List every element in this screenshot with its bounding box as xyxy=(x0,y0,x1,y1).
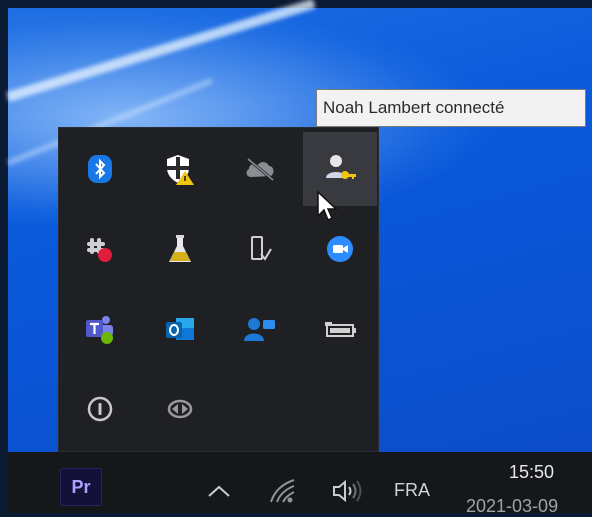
slack-icon xyxy=(87,238,112,262)
zoom-icon xyxy=(327,236,353,262)
teams-icon xyxy=(86,316,113,344)
info-icon xyxy=(87,396,113,422)
windows-security-warning-icon xyxy=(167,155,194,185)
tray-item-outlook[interactable] xyxy=(143,292,217,366)
tray-item-info[interactable] xyxy=(63,372,137,446)
wifi-icon[interactable] xyxy=(268,476,298,504)
mouse-cursor-icon xyxy=(317,190,338,222)
tray-item-user-connected[interactable] xyxy=(303,132,377,206)
tray-item-sync[interactable] xyxy=(143,372,217,446)
clock-time[interactable]: 15:50 xyxy=(509,462,554,483)
bluetooth-icon xyxy=(88,155,112,183)
tray-item-slack[interactable] xyxy=(63,212,137,286)
tray-item-zoom[interactable] xyxy=(303,212,377,286)
outlook-icon xyxy=(166,318,194,340)
tray-item-flask[interactable] xyxy=(143,212,217,286)
flask-icon xyxy=(169,235,191,262)
show-hidden-icons-chevron-icon[interactable] xyxy=(206,483,232,499)
device-icon xyxy=(251,236,272,261)
people-icon xyxy=(244,318,275,341)
tray-overflow-flyout xyxy=(58,127,379,452)
sync-icon xyxy=(167,399,193,419)
tray-item-people[interactable] xyxy=(223,292,297,366)
volume-icon[interactable] xyxy=(330,478,366,504)
tray-item-battery[interactable] xyxy=(303,292,377,366)
taskbar-app-premiere-pro[interactable]: Pr xyxy=(60,468,102,506)
tray-item-teams[interactable] xyxy=(63,292,137,366)
clock-date[interactable]: 2021-03-09 xyxy=(466,496,558,517)
input-language-indicator[interactable]: FRA xyxy=(394,480,430,501)
tray-item-device[interactable] xyxy=(223,212,297,286)
tray-item-onedrive[interactable] xyxy=(223,132,297,206)
user-key-icon xyxy=(326,155,356,179)
tray-item-bluetooth[interactable] xyxy=(63,132,137,206)
tooltip: Noah Lambert connecté xyxy=(316,89,586,127)
onedrive-offline-icon xyxy=(246,157,274,182)
tray-item-windows-security[interactable] xyxy=(143,132,217,206)
battery-icon xyxy=(325,322,356,337)
